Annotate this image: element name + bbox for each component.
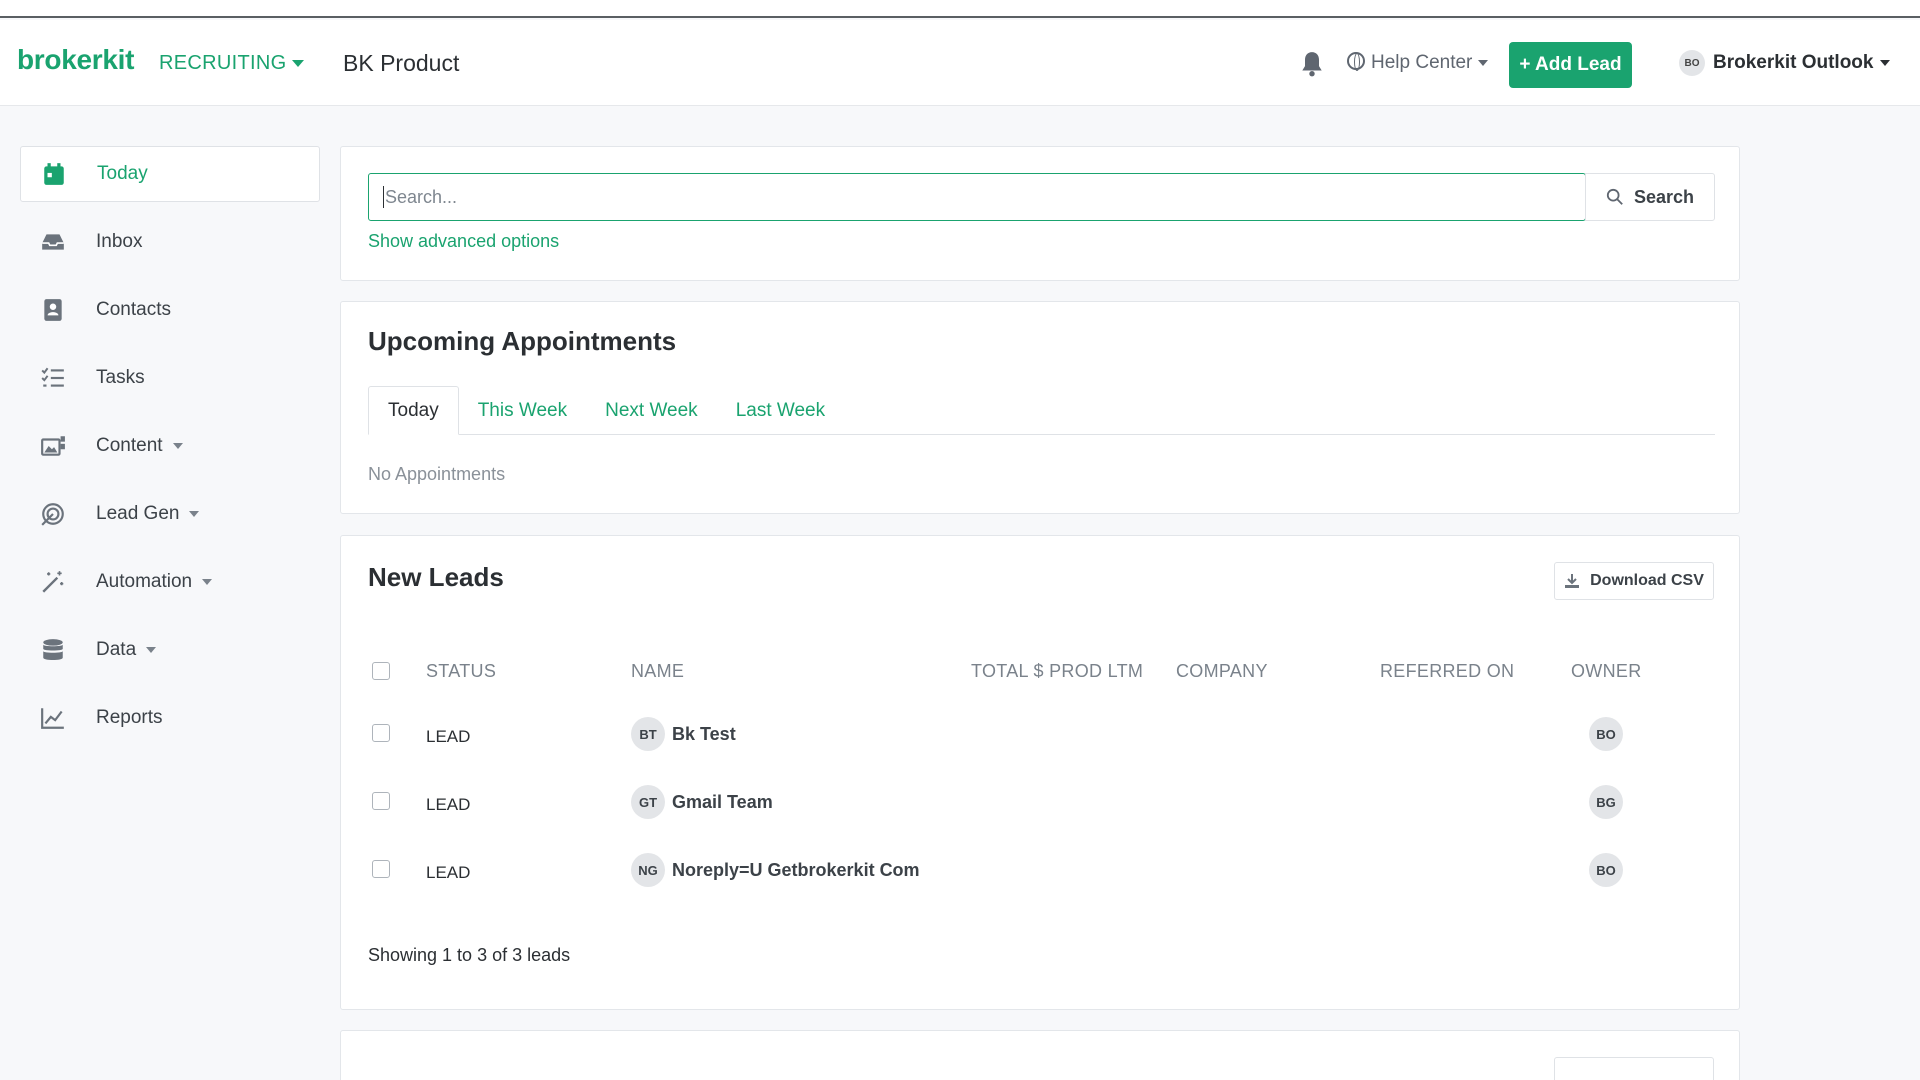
database-icon: [43, 639, 63, 661]
lead-name: Noreply=U Getbrokerkit Com: [672, 859, 920, 880]
tasks-icon: [41, 367, 64, 387]
magic-wand-icon: [42, 571, 64, 593]
workspace-label: RECRUITING: [159, 52, 287, 74]
tab-this-week[interactable]: This Week: [459, 386, 586, 435]
pagination-summary: Showing 1 to 3 of 3 leads: [368, 945, 571, 965]
top-header: brokerkit RECRUITING BK Product Help Cen…: [0, 20, 1920, 106]
sidebar-item-content[interactable]: Content: [20, 418, 320, 474]
status-cell: LEAD: [426, 795, 471, 814]
contacts-icon: [44, 299, 62, 321]
search-placeholder: Search...: [385, 186, 458, 207]
sidebar-item-inbox[interactable]: Inbox: [20, 214, 320, 270]
sidebar-item-label: Content: [96, 435, 163, 456]
content-icon: [41, 436, 65, 456]
row-checkbox[interactable]: [372, 792, 390, 810]
user-name: Brokerkit Outlook: [1713, 52, 1874, 73]
sidebar-item-data[interactable]: Data: [20, 622, 320, 678]
appointments-title: Upcoming Appointments: [368, 326, 677, 356]
text-cursor: [383, 186, 384, 208]
chevron-down-icon: [292, 60, 305, 68]
help-center-dropdown[interactable]: Help Center: [1347, 52, 1489, 74]
sidebar-item-label: Automation: [96, 571, 193, 592]
calendar-icon: [44, 163, 64, 185]
card-action-button[interactable]: [1554, 1057, 1714, 1080]
lead-gen-icon: [41, 503, 64, 526]
avatar: GT: [631, 785, 665, 819]
column-header-company[interactable]: COMPANY: [1176, 661, 1268, 682]
sidebar-item-label: Reports: [96, 707, 163, 728]
help-center-label: Help Center: [1371, 52, 1473, 73]
sidebar-item-label: Lead Gen: [96, 503, 180, 524]
lead-name: Gmail Team: [672, 791, 773, 812]
tab-today[interactable]: Today: [368, 386, 459, 435]
new-leads-title: New Leads: [368, 562, 504, 592]
search-icon: [1606, 188, 1623, 205]
column-header-referred-on[interactable]: REFERRED ON: [1380, 661, 1514, 682]
workspace-dropdown[interactable]: RECRUITING: [159, 52, 305, 75]
chevron-down-icon: [202, 579, 213, 585]
status-cell: LEAD: [426, 863, 471, 882]
chevron-down-icon: [1478, 59, 1489, 66]
search-button[interactable]: Search: [1585, 173, 1715, 221]
sidebar: Today Inbox Contacts Tasks Content Lead …: [20, 146, 320, 758]
owner-avatar[interactable]: BO: [1589, 717, 1623, 751]
sidebar-item-label: Inbox: [96, 231, 143, 252]
bell-icon[interactable]: [1299, 50, 1325, 78]
tab-next-week[interactable]: Next Week: [586, 386, 717, 435]
next-card: [340, 1030, 1740, 1080]
sidebar-item-label: Today: [97, 163, 148, 184]
sidebar-item-today[interactable]: Today: [20, 146, 320, 202]
select-all-checkbox[interactable]: [372, 662, 390, 680]
lead-name: Bk Test: [672, 723, 736, 744]
add-lead-button[interactable]: + Add Lead: [1509, 42, 1632, 88]
search-input[interactable]: Search...: [368, 173, 1586, 221]
row-checkbox[interactable]: [372, 724, 390, 742]
download-csv-label: Download CSV: [1590, 572, 1704, 589]
column-header-total-prod[interactable]: TOTAL $ PROD LTM: [971, 661, 1143, 682]
sidebar-item-reports[interactable]: Reports: [20, 690, 320, 746]
sidebar-item-label: Tasks: [96, 367, 145, 388]
owner-avatar[interactable]: BO: [1589, 853, 1623, 887]
avatar: NG: [631, 853, 665, 887]
sidebar-item-label: Data: [96, 639, 137, 660]
sidebar-item-contacts[interactable]: Contacts: [20, 282, 320, 338]
advanced-options-link[interactable]: Show advanced options: [368, 231, 559, 252]
app-title: BK Product: [343, 50, 460, 76]
appointments-tabs: Today This Week Next Week Last Week: [368, 386, 1715, 435]
column-header-status[interactable]: STATUS: [426, 661, 496, 682]
download-icon: [1565, 574, 1580, 588]
lead-name-link[interactable]: BT Bk Test: [631, 717, 736, 751]
new-leads-card: New Leads Download CSV STATUS NAME TOTAL…: [340, 535, 1740, 1010]
sidebar-item-tasks[interactable]: Tasks: [20, 350, 320, 406]
lead-name-link[interactable]: NG Noreply=U Getbrokerkit Com: [631, 853, 920, 887]
no-appointments-text: No Appointments: [368, 464, 506, 484]
column-header-name[interactable]: NAME: [631, 661, 684, 682]
chevron-down-icon: [1880, 60, 1891, 66]
search-button-label: Search: [1633, 186, 1695, 207]
owner-avatar[interactable]: BG: [1589, 785, 1623, 819]
column-header-owner[interactable]: OWNER: [1571, 661, 1642, 682]
chart-line-icon: [41, 708, 64, 729]
chevron-down-icon: [146, 647, 157, 653]
user-menu[interactable]: BO Brokerkit Outlook: [1679, 50, 1891, 76]
appointments-card: Upcoming Appointments Today This Week Ne…: [340, 301, 1740, 514]
download-csv-button[interactable]: Download CSV: [1554, 562, 1714, 600]
sidebar-item-label: Contacts: [96, 299, 171, 320]
sidebar-item-lead-gen[interactable]: Lead Gen: [20, 486, 320, 542]
tab-last-week[interactable]: Last Week: [717, 386, 844, 435]
chevron-down-icon: [189, 511, 200, 517]
search-card: Search... Search Show advanced options: [340, 146, 1740, 281]
avatar: BO: [1679, 50, 1705, 76]
inbox-icon: [42, 234, 64, 250]
sidebar-item-automation[interactable]: Automation: [20, 554, 320, 610]
avatar: BT: [631, 717, 665, 751]
brokerkit-logo[interactable]: brokerkit: [17, 44, 134, 76]
window-top-bar: [0, 0, 1920, 18]
status-cell: LEAD: [426, 727, 471, 746]
globe-icon: [1347, 52, 1365, 71]
lead-name-link[interactable]: GT Gmail Team: [631, 785, 773, 819]
chevron-down-icon: [172, 443, 183, 449]
row-checkbox[interactable]: [372, 860, 390, 878]
